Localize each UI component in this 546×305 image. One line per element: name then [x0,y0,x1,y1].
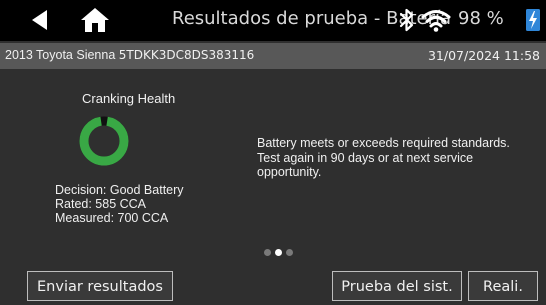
page-dot[interactable] [264,249,271,256]
vehicle-vin: 5TDKK3DC8DS383116 [118,48,255,62]
back-button[interactable] [26,6,54,34]
cranking-health-gauge [79,116,129,166]
cranking-health-title: Cranking Health [82,91,176,106]
decision-text: Decision: Good Battery [55,183,184,197]
wifi-icon [421,10,451,32]
done-button[interactable]: Reali. [468,271,538,301]
vehicle-info-bar: 2013 Toyota Sienna 5TDKK3DC8DS383116 31/… [0,43,546,69]
battery-percent: 98 % [458,8,504,29]
send-results-button[interactable]: Enviar resultados [27,271,173,301]
page-dot[interactable] [275,249,282,256]
back-arrow-icon [32,10,47,30]
system-test-button[interactable]: Prueba del sist. [332,271,462,301]
home-icon [81,8,109,32]
top-bar: Resultados de prueba - Batería 98 % [0,0,546,41]
measured-text: Measured: 700 CCA [55,211,169,225]
gauge-fill [79,116,129,166]
bluetooth-icon [399,8,414,32]
page-indicator [264,249,304,257]
result-message: Battery meets or exceeds required standa… [257,136,510,179]
date-time: 31/07/2024 11:58 [427,48,540,63]
vehicle-name: 2013 Toyota Sienna [5,48,116,62]
test-results-screen: Resultados de prueba - Batería 98 % 2013… [0,0,546,305]
charging-bolt-icon [526,9,540,31]
page-dot[interactable] [286,249,293,256]
home-button[interactable] [80,5,110,35]
rated-text: Rated: 585 CCA [55,197,147,211]
result-details: Decision: Good Battery Rated: 585 CCA Me… [55,183,184,225]
vehicle-info: 2013 Toyota Sienna 5TDKK3DC8DS383116 [5,48,254,62]
